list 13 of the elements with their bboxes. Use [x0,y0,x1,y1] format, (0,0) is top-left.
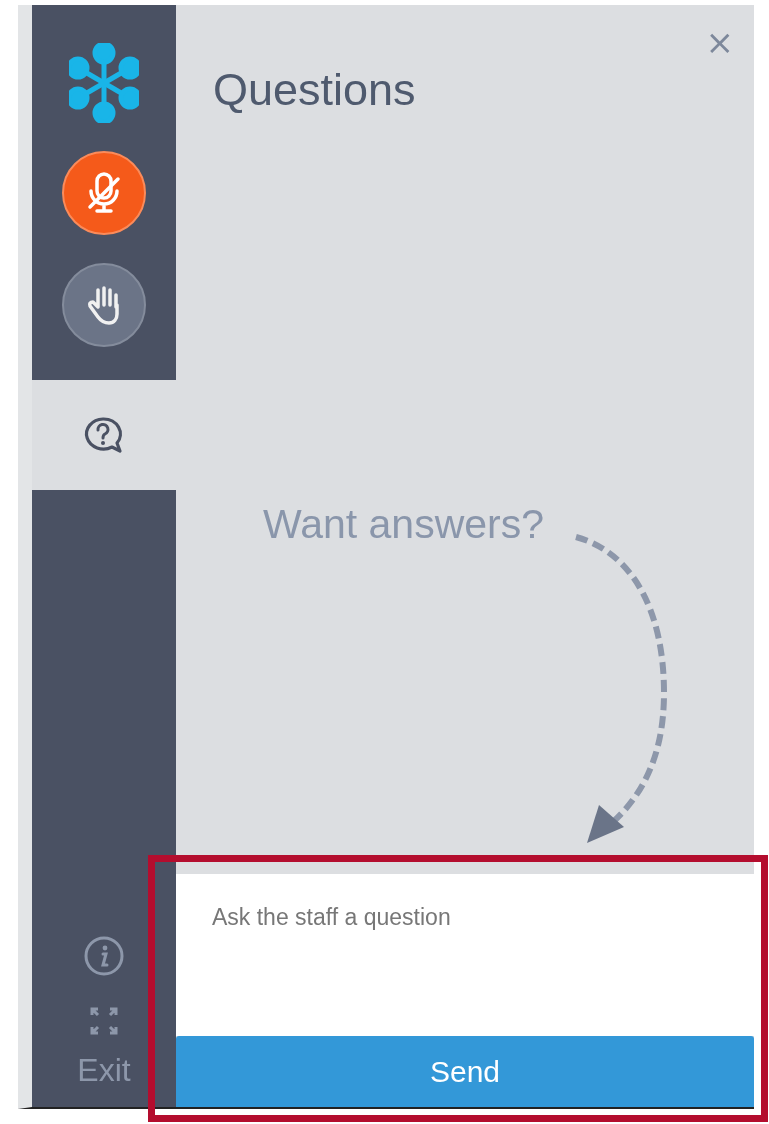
close-button[interactable]: × [705,25,734,59]
muted-microphone-icon [86,171,122,215]
info-icon[interactable] [83,935,125,977]
logo-icon [69,43,139,123]
questions-tab[interactable] [32,380,176,490]
question-input[interactable]: Ask the staff a question [176,874,754,1036]
empty-state-text: Want answers? [263,504,545,545]
hand-icon [86,285,122,325]
fullscreen-icon[interactable] [90,1007,118,1035]
question-bubble-icon [83,416,125,454]
exit-button[interactable]: Exit [71,1053,137,1087]
panel-title: Questions [213,67,417,112]
send-button[interactable]: Send [176,1036,754,1107]
